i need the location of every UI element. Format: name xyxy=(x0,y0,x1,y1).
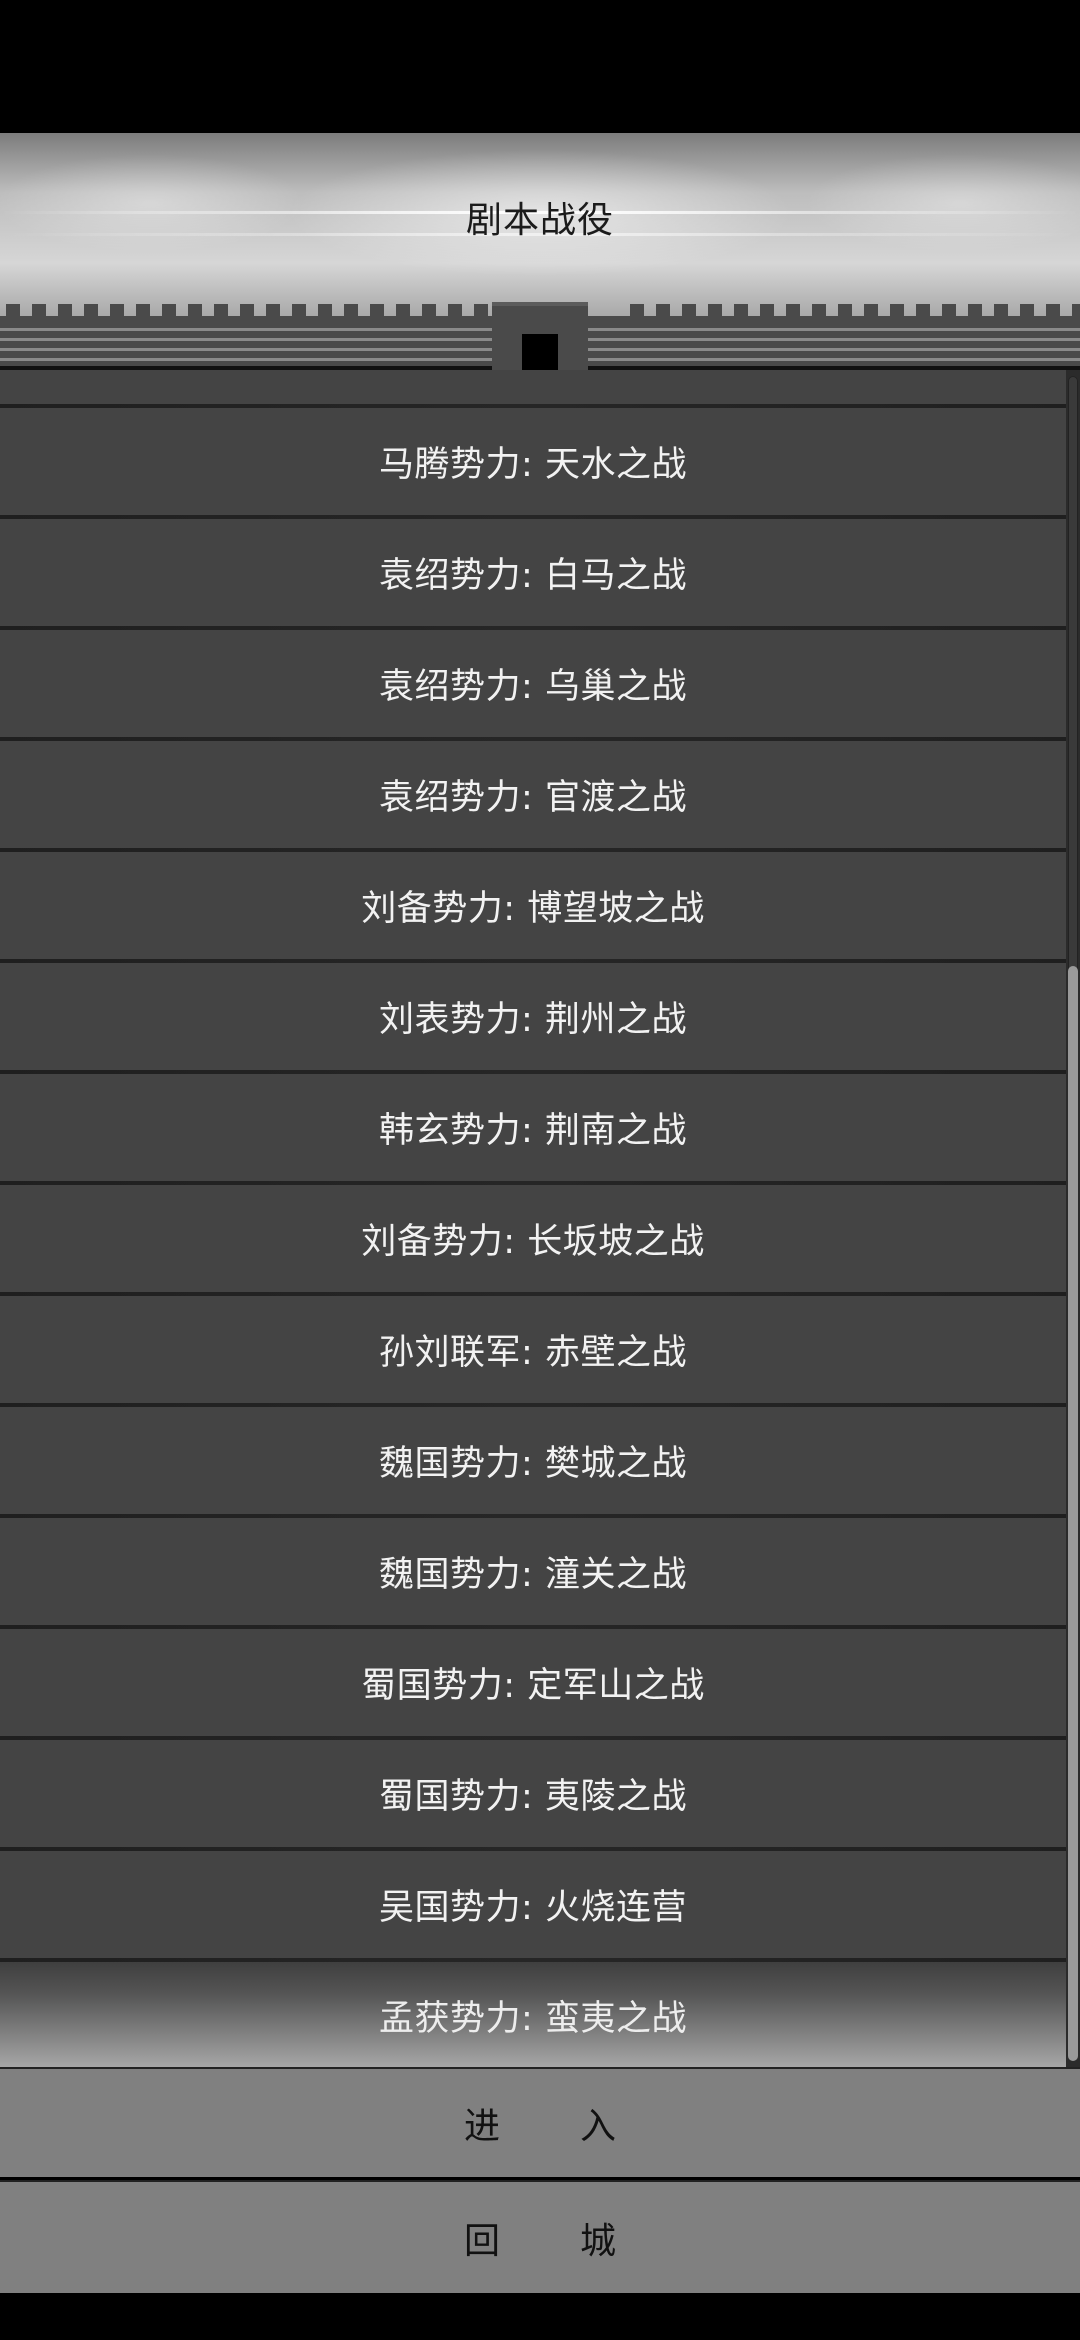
enter-button-label-2: 入 xyxy=(580,2106,618,2147)
campaign-label: 刘表势力: 荆州之战 xyxy=(379,1000,687,1040)
return-city-button[interactable]: 回 城 xyxy=(0,2180,1080,2293)
campaign-list-item[interactable]: 刘备势力: 博望坡之战 xyxy=(0,852,1066,959)
scrollbar-thumb[interactable] xyxy=(1068,965,1078,2061)
header-banner: 剧本战役 xyxy=(0,133,1080,370)
campaign-label: 孟获势力: 蛮夷之战 xyxy=(379,1999,687,2039)
campaign-list-item[interactable]: 袁绍势力: 官渡之战 xyxy=(0,741,1066,848)
campaign-list-item[interactable]: 刘备势力: 长坂坡之战 xyxy=(0,1185,1066,1292)
campaign-list-item[interactable]: 蜀国势力: 定军山之战 xyxy=(0,1629,1066,1736)
campaign-label: 袁绍势力: 官渡之战 xyxy=(379,778,687,818)
campaign-label: 刘备势力: 长坂坡之战 xyxy=(361,1222,705,1262)
campaign-list-item[interactable]: 魏国势力: 樊城之战 xyxy=(0,1407,1066,1514)
campaign-list-item[interactable]: 孟获势力: 蛮夷之战 xyxy=(0,1962,1066,2067)
page-title: 剧本战役 xyxy=(465,200,614,241)
return-button-label-1: 回 xyxy=(464,2220,502,2262)
campaign-list[interactable]: 马腾势力: 天水之战 袁绍势力: 白马之战 袁绍势力: 乌巢之战 袁绍势力: 官渡之战… xyxy=(0,370,1080,2067)
list-item[interactable] xyxy=(0,370,1066,404)
campaign-label: 袁绍势力: 白马之战 xyxy=(379,556,687,596)
campaign-list-item[interactable]: 马腾势力: 天水之战 xyxy=(0,408,1066,515)
campaign-list-item[interactable]: 袁绍势力: 乌巢之战 xyxy=(0,630,1066,737)
campaign-label: 吴国势力: 火烧连营 xyxy=(379,1888,687,1928)
campaign-label: 刘备势力: 博望坡之战 xyxy=(361,889,705,929)
enter-button[interactable]: 进 入 xyxy=(0,2067,1080,2177)
enter-button-label-1: 进 xyxy=(464,2106,502,2147)
campaign-list-item[interactable]: 袁绍势力: 白马之战 xyxy=(0,519,1066,626)
campaign-list-item[interactable]: 刘表势力: 荆州之战 xyxy=(0,963,1066,1070)
campaign-list-item[interactable]: 蜀国势力: 夷陵之战 xyxy=(0,1740,1066,1847)
campaign-label: 马腾势力: 天水之战 xyxy=(379,445,687,485)
campaign-list-item[interactable]: 魏国势力: 潼关之战 xyxy=(0,1518,1066,1625)
campaign-label: 袁绍势力: 乌巢之战 xyxy=(379,667,687,707)
campaign-list-item[interactable]: 韩玄势力: 荆南之战 xyxy=(0,1074,1066,1181)
campaign-list-item[interactable]: 吴国势力: 火烧连营 xyxy=(0,1851,1066,1958)
list-scrollbar[interactable] xyxy=(1068,376,1078,2061)
campaign-label: 魏国势力: 樊城之战 xyxy=(379,1444,687,1484)
campaign-label: 蜀国势力: 定军山之战 xyxy=(361,1666,705,1706)
app-root: 剧本战役 马腾势力: 天水之战 袁绍势力: 白马之战 袁绍势力: 乌巢之战 袁绍势力:… xyxy=(0,0,1080,2340)
campaign-label: 蜀国势力: 夷陵之战 xyxy=(379,1777,687,1817)
return-button-label-2: 城 xyxy=(580,2220,618,2262)
campaign-list-item[interactable]: 孙刘联军: 赤壁之战 xyxy=(0,1296,1066,1403)
city-wall-decoration xyxy=(0,302,1080,370)
campaign-label: 魏国势力: 潼关之战 xyxy=(379,1555,687,1595)
campaign-label: 孙刘联军: 赤壁之战 xyxy=(379,1333,687,1373)
campaign-label: 韩玄势力: 荆南之战 xyxy=(379,1111,687,1151)
